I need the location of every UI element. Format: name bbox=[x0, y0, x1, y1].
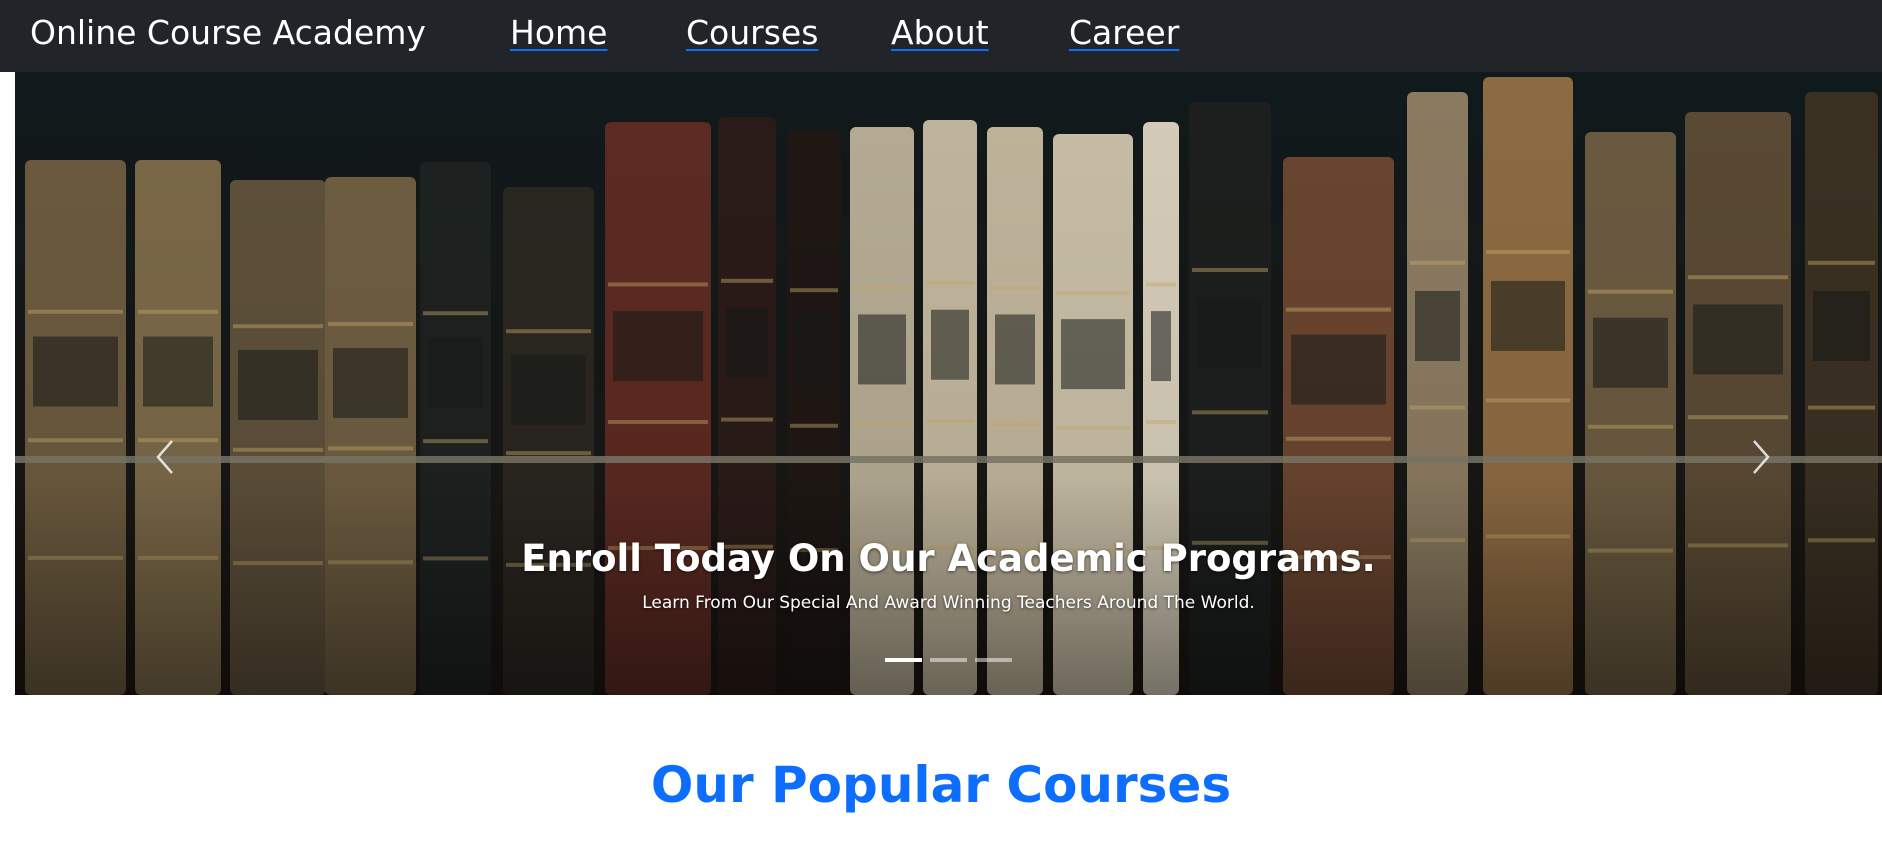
popular-courses-heading: Our Popular Courses bbox=[650, 756, 1232, 814]
caption-title: Enroll Today On Our Academic Programs. bbox=[521, 537, 1376, 580]
carousel-caption: Enroll Today On Our Academic Programs. L… bbox=[15, 537, 1882, 613]
caption-text: Learn From Our Special And Award Winning… bbox=[642, 593, 1255, 613]
nav-link-career[interactable]: Career bbox=[1069, 0, 1179, 66]
carousel-indicator-3[interactable] bbox=[975, 658, 1012, 662]
carousel-indicators bbox=[885, 658, 1012, 662]
chevron-right-icon bbox=[1753, 440, 1770, 474]
carousel-next-button[interactable] bbox=[1741, 427, 1781, 487]
nav-link-home[interactable]: Home bbox=[510, 0, 607, 66]
carousel-indicator-2[interactable] bbox=[930, 658, 967, 662]
carousel-prev-button[interactable] bbox=[145, 427, 185, 487]
carousel-indicator-1[interactable] bbox=[885, 658, 922, 662]
nav-link-courses[interactable]: Courses bbox=[686, 0, 818, 66]
brand-title[interactable]: Online Course Academy bbox=[30, 0, 426, 66]
nav-link-about[interactable]: About bbox=[891, 0, 989, 66]
top-navbar: Online Course Academy Home Courses About… bbox=[0, 0, 1882, 72]
chevron-left-icon bbox=[156, 440, 173, 474]
hero-carousel: Enroll Today On Our Academic Programs. L… bbox=[15, 72, 1882, 695]
